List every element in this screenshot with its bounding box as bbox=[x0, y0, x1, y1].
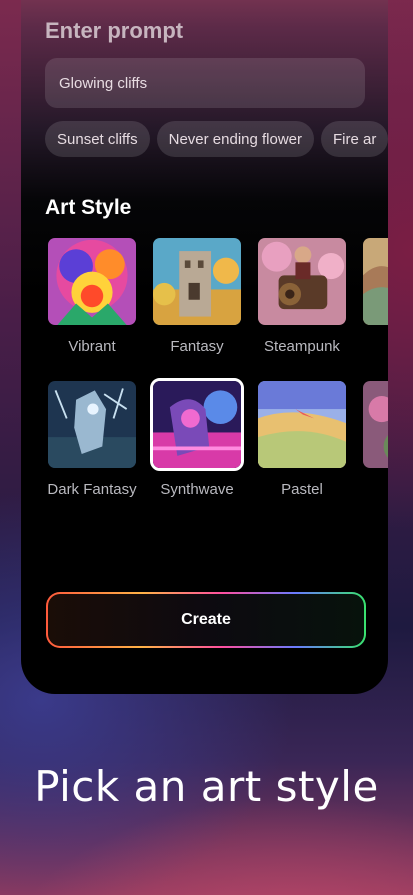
style-card-synthwave[interactable]: Synthwave bbox=[150, 378, 244, 498]
style-card-partial[interactable]: P bbox=[360, 378, 388, 498]
style-card-dark-fantasy[interactable]: Dark Fantasy bbox=[45, 378, 139, 498]
style-card-fantasy[interactable]: Fantasy bbox=[150, 235, 244, 355]
prompt-heading: Enter prompt bbox=[45, 18, 184, 43]
art-style-row: Dark Fantasy Synthwave Pastel bbox=[45, 378, 388, 498]
suggestion-chip[interactable]: Never ending flower bbox=[156, 121, 315, 157]
style-thumbnail-synthwave bbox=[150, 378, 244, 471]
style-thumbnail-steampunk bbox=[255, 235, 349, 328]
style-thumbnail-partial bbox=[360, 378, 388, 471]
create-button[interactable]: Create bbox=[46, 592, 366, 648]
suggestion-chip[interactable]: Sunset cliffs bbox=[45, 121, 150, 157]
art-style-heading: Art Style bbox=[45, 196, 132, 219]
style-label: Pastel bbox=[281, 481, 323, 498]
style-label: Steampunk bbox=[264, 338, 340, 355]
promo-caption: Pick an art style bbox=[34, 762, 379, 811]
style-thumbnail-partial bbox=[360, 235, 388, 328]
style-card-pastel[interactable]: Pastel bbox=[255, 378, 349, 498]
style-thumbnail-vibrant bbox=[45, 235, 139, 328]
style-label: Fantasy bbox=[170, 338, 224, 355]
style-card-steampunk[interactable]: Steampunk bbox=[255, 235, 349, 355]
art-style-row: Vibrant Fantasy Steampunk bbox=[45, 235, 388, 355]
prompt-input[interactable]: Glowing cliffs bbox=[45, 58, 365, 108]
style-thumbnail-dark-fantasy bbox=[45, 378, 139, 471]
style-thumbnail-pastel bbox=[255, 378, 349, 471]
create-button-label: Create bbox=[48, 594, 364, 646]
prompt-input-value: Glowing cliffs bbox=[59, 74, 148, 92]
style-card-partial[interactable]: U bbox=[360, 235, 388, 355]
style-label: Vibrant bbox=[68, 338, 116, 355]
style-label: Dark Fantasy bbox=[47, 481, 137, 498]
style-card-vibrant[interactable]: Vibrant bbox=[45, 235, 139, 355]
style-thumbnail-fantasy bbox=[150, 235, 244, 328]
suggestion-chips: Sunset cliffs Never ending flower Fire a… bbox=[45, 121, 388, 157]
style-label: Synthwave bbox=[160, 481, 234, 498]
suggestion-chip[interactable]: Fire ar bbox=[321, 121, 388, 157]
phone-screen: Enter prompt Glowing cliffs Sunset cliff… bbox=[21, 0, 388, 694]
